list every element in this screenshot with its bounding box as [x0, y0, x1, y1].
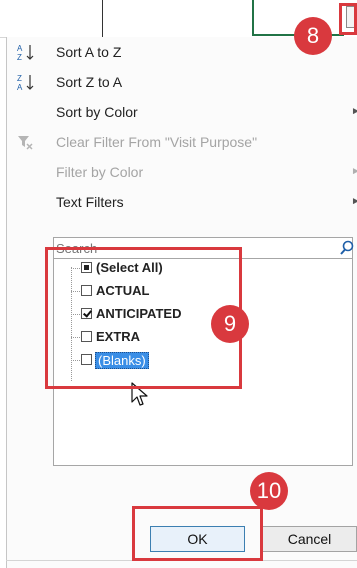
menu-item-text-filters[interactable]: Text Filters ►: [7, 187, 357, 217]
svg-text:Z: Z: [17, 74, 22, 83]
submenu-arrow-icon: ►: [351, 196, 357, 207]
menu-item-clear-filter[interactable]: Clear Filter From "Visit Purpose": [7, 127, 357, 157]
clear-filter-label: Clear Filter From "Visit Purpose": [56, 134, 258, 150]
sort-a-to-z-label: Sort A to Z: [56, 44, 122, 60]
sort-ascending-icon: A Z: [17, 44, 34, 61]
text-filters-label: Text Filters: [56, 194, 124, 210]
sort-descending-icon: Z A: [17, 74, 34, 91]
submenu-arrow-icon: ►: [351, 166, 357, 177]
annotation-badge-8: 8: [294, 17, 332, 55]
annotation-box-10: [132, 506, 263, 561]
cancel-button[interactable]: Cancel: [262, 526, 357, 552]
menu-item-sort-by-color[interactable]: Sort by Color ►: [7, 97, 357, 127]
submenu-arrow-icon: ►: [351, 106, 357, 117]
menu-item-sort-z-to-a[interactable]: Z A Sort Z to A: [7, 67, 357, 97]
sort-z-to-a-label: Sort Z to A: [56, 74, 123, 90]
clear-filter-icon: [18, 136, 33, 150]
column-gridline: [102, 0, 103, 37]
svg-text:Z: Z: [17, 53, 22, 61]
filter-by-color-label: Filter by Color: [56, 164, 144, 180]
menu-item-filter-by-color[interactable]: Filter by Color ►: [7, 157, 357, 187]
svg-text:A: A: [17, 44, 23, 53]
annotation-badge-9: 9: [211, 305, 249, 343]
annotation-badge-10: 10: [250, 472, 288, 510]
svg-text:A: A: [17, 83, 23, 91]
sort-by-color-label: Sort by Color: [56, 104, 138, 120]
search-icon[interactable]: [340, 240, 354, 256]
annotation-box-8: [339, 3, 357, 35]
